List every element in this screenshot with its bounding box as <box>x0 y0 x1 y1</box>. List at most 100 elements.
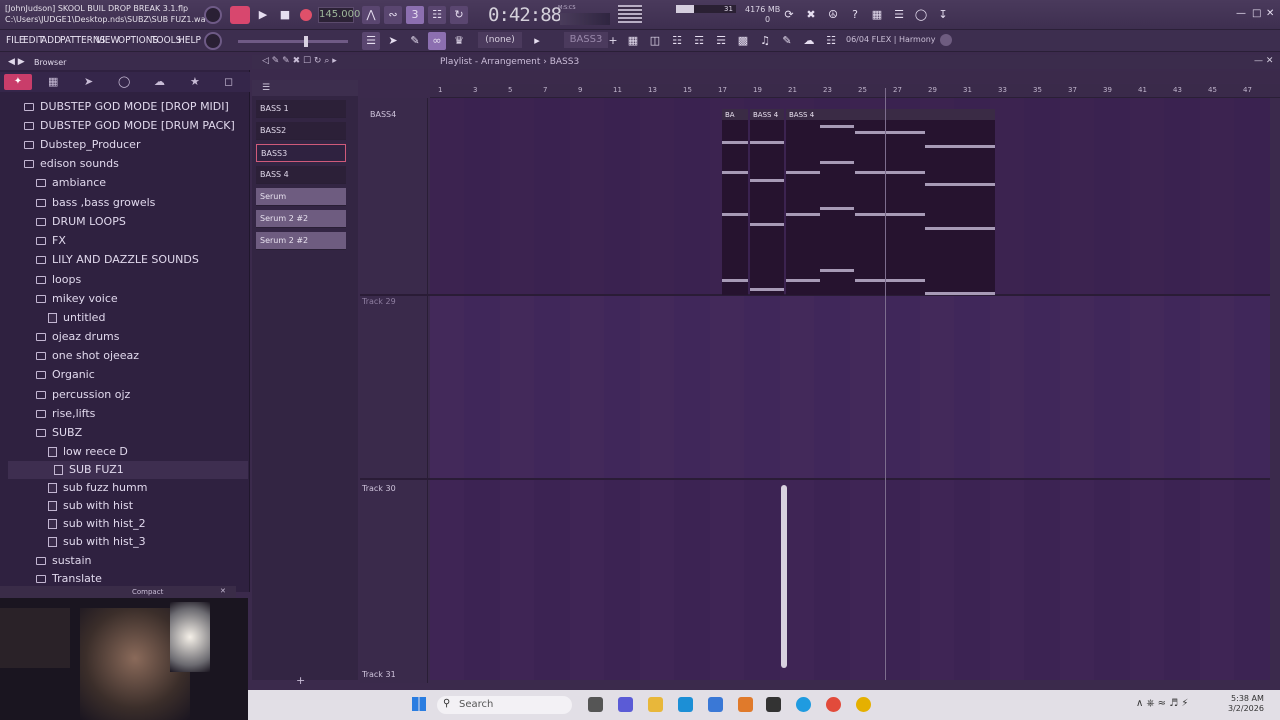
chrome-icon[interactable] <box>826 697 841 712</box>
download-icon[interactable]: ↧ <box>934 6 952 24</box>
pattern-item[interactable]: Serum <box>256 188 346 206</box>
plugins-icon[interactable]: ➤ <box>84 75 93 88</box>
timeline-ruler[interactable]: 1 3 5 7 9 11 13 15 17 19 21 23 25 27 29 31 33 35 37 39 41 43 4… <box>430 84 1280 98</box>
add-track-button[interactable]: + <box>296 674 305 687</box>
track-lane-30[interactable] <box>430 480 1270 680</box>
picker-menu-icon[interactable]: ☰ <box>262 83 270 93</box>
tools-icon[interactable]: ✖ <box>802 6 820 24</box>
browser-item[interactable]: DUBSTEP GOD MODE [DROP MIDI] <box>24 98 229 116</box>
browser-item[interactable]: percussion ojz <box>36 386 130 404</box>
browser-item[interactable]: edison sounds <box>24 155 119 173</box>
pencil-tool-icon[interactable]: ✎ <box>406 32 424 50</box>
gear-icon[interactable] <box>940 34 952 46</box>
pattern-item[interactable]: BASS2 <box>256 122 346 140</box>
browser-item[interactable]: LILY AND DAZZLE SOUNDS <box>36 251 199 269</box>
snap-selector[interactable]: (none) <box>478 32 522 48</box>
pattern-item[interactable]: Serum 2 #2 <box>256 210 346 228</box>
menu-help[interactable]: HELP <box>178 35 201 46</box>
browser-all-tab[interactable]: ✦ <box>4 74 32 90</box>
metronome-icon[interactable]: ⋀ <box>362 6 380 24</box>
app-icon[interactable] <box>856 697 871 712</box>
browser-item[interactable]: SUB FUZ1 <box>8 461 248 479</box>
menu-tools[interactable]: TOOLS <box>151 35 181 46</box>
clip-bass4-b[interactable] <box>786 109 995 295</box>
webcam-close-icon[interactable]: ✕ <box>220 587 226 595</box>
taskbar-search[interactable]: Search <box>437 696 572 714</box>
widgets-icon[interactable] <box>588 697 603 712</box>
pattern-selector[interactable]: BASS3 <box>564 32 608 48</box>
plugin-database-icon[interactable]: ▦ <box>868 6 886 24</box>
browser-view-icon[interactable]: ☴ <box>712 32 730 50</box>
menu-add[interactable]: ADD <box>41 35 61 46</box>
play-button[interactable]: ▶ <box>254 6 272 24</box>
arrow-icon[interactable]: ▸ <box>528 32 546 50</box>
project-icon[interactable]: ▦ <box>48 75 58 88</box>
link-icon[interactable]: ∞ <box>428 32 446 50</box>
audio-clip-marker[interactable] <box>781 485 787 668</box>
playlist-tools-icon[interactable]: ◁ ✎ ✎ ✖ ☐ ↻ ⌕ ▸ <box>262 56 337 66</box>
cloud-icon[interactable]: ☁ <box>800 32 818 50</box>
browser-item[interactable]: sub with hist <box>48 497 133 515</box>
browser-item[interactable]: low reece D <box>48 443 128 461</box>
pattern-item[interactable]: Serum 2 #2 <box>256 232 346 250</box>
file-explorer-icon[interactable] <box>648 697 663 712</box>
browser-item[interactable]: loops <box>36 271 81 289</box>
store-icon[interactable] <box>708 697 723 712</box>
menu-file[interactable]: FILE <box>6 35 25 46</box>
browser-item[interactable]: Dubstep_Producer <box>24 136 140 154</box>
master-volume-knob[interactable] <box>204 6 222 24</box>
track-label-bass4[interactable]: BASS4 <box>370 110 396 119</box>
track-label-31[interactable]: Track 31 <box>362 670 396 679</box>
channel-rack-icon[interactable]: ▦ <box>624 32 642 50</box>
chat-app-icon[interactable] <box>618 697 633 712</box>
browser-item[interactable]: sustain <box>36 552 92 570</box>
track-lane-29[interactable] <box>430 296 1270 478</box>
maximize-icon[interactable]: □ <box>1252 8 1261 19</box>
browser-item[interactable]: ambiance <box>36 174 106 192</box>
browser-item[interactable]: ojeaz drums <box>36 328 120 346</box>
refresh-icon[interactable]: ⟳ <box>780 6 798 24</box>
record-button[interactable] <box>300 9 312 21</box>
playlist-view-icon[interactable]: ☰ <box>362 32 380 50</box>
pitch-knob[interactable] <box>204 32 222 50</box>
browser-item[interactable]: SUBZ <box>36 424 82 442</box>
pat-song-toggle[interactable] <box>230 6 250 24</box>
browser-item[interactable]: DUBSTEP GOD MODE [DRUM PACK] <box>24 117 235 135</box>
browser-item[interactable]: mikey voice <box>36 290 118 308</box>
start-icon[interactable] <box>412 697 426 711</box>
channel-view-icon[interactable]: ☶ <box>690 32 708 50</box>
browser-item[interactable]: sub fuzz humm <box>48 479 147 497</box>
folder-icon[interactable]: ◻ <box>224 75 233 88</box>
browser-app-icon[interactable] <box>796 697 811 712</box>
clip-bass4-a[interactable] <box>750 109 784 295</box>
tray-icons[interactable]: ∧ ⎈ ≈ ♬ ⚡ <box>1136 698 1188 709</box>
taskbar-clock[interactable]: 5:38 AM 3/2/2026 <box>1228 694 1264 714</box>
brush-icon[interactable]: ✎ <box>778 32 796 50</box>
browser-item[interactable]: sub with hist_3 <box>48 533 146 551</box>
browser-item[interactable]: bass ,bass growels <box>36 194 155 212</box>
mixer-icon[interactable]: ☰ <box>890 6 908 24</box>
cloud-icon[interactable]: ☁ <box>154 75 165 88</box>
stop-button[interactable]: ■ <box>276 6 294 24</box>
track-label-30[interactable]: Track 30 <box>362 484 396 493</box>
plugin-picker-icon[interactable]: ▩ <box>734 32 752 50</box>
browser-item[interactable]: Translate <box>36 570 102 586</box>
stamp-icon[interactable]: ♛ <box>450 32 468 50</box>
loop-record-icon[interactable]: ↻ <box>450 6 468 24</box>
browser-item[interactable]: one shot ojeeaz <box>36 347 139 365</box>
add-pattern-icon[interactable]: + <box>604 32 622 50</box>
wait-record-icon[interactable]: ∾ <box>384 6 402 24</box>
piano-roll-icon[interactable]: ◫ <box>646 32 664 50</box>
pattern-item[interactable]: BASS 4 <box>256 166 346 184</box>
minimize-icon[interactable]: — <box>1236 8 1246 19</box>
edge-icon[interactable] <box>678 697 693 712</box>
step-edit-icon[interactable]: ☷ <box>428 6 446 24</box>
clip-ba[interactable] <box>722 109 748 295</box>
browser-item[interactable]: untitled <box>48 309 105 327</box>
browser-item[interactable]: Organic <box>36 366 95 384</box>
sounds-icon[interactable]: ◯ <box>118 75 130 88</box>
playhead[interactable] <box>885 88 886 680</box>
browser-nav-icon[interactable]: ◀ ▶ <box>8 57 25 67</box>
master-pitch-slider[interactable] <box>238 36 348 47</box>
close-icon[interactable]: ✕ <box>1266 8 1274 19</box>
